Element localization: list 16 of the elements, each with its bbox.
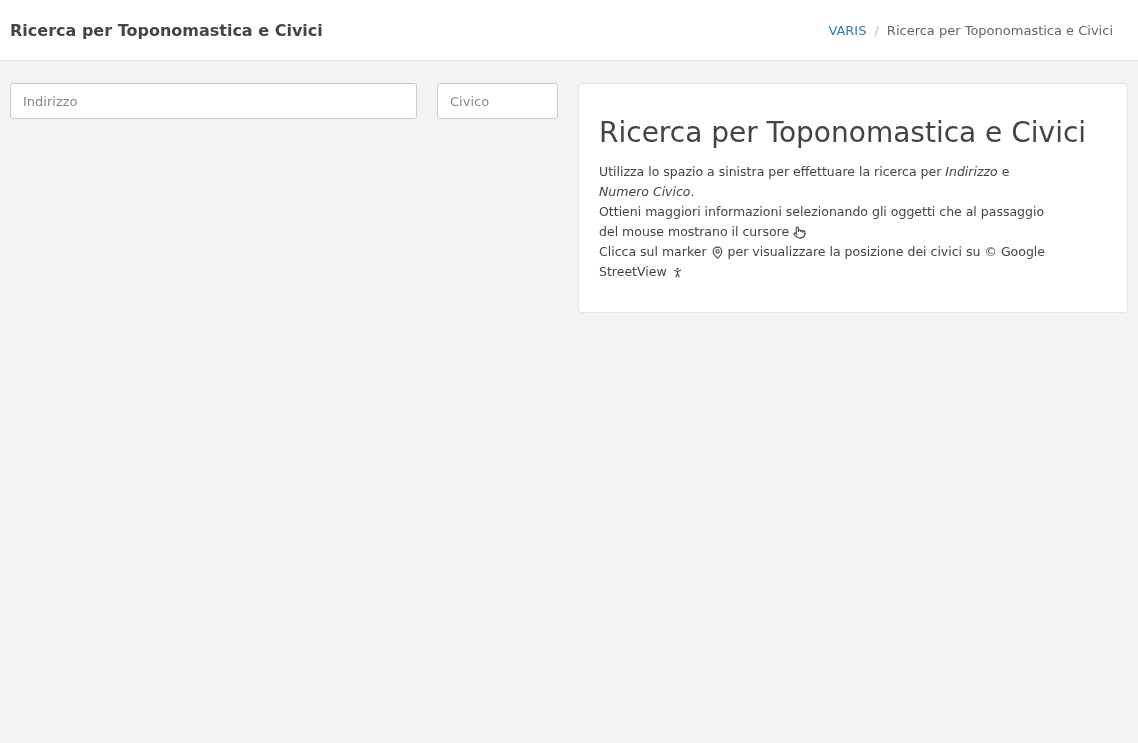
info-text: Ottieni maggiori informazioni selezionando gli oggetti che al passaggio xyxy=(599,203,1045,221)
page-title: Ricerca per Toponomastica e Civici xyxy=(10,20,323,40)
map-pin-icon xyxy=(710,245,724,259)
breadcrumb-separator: / xyxy=(874,22,879,38)
number-input[interactable]: Civico xyxy=(437,83,558,119)
info-text: StreetView xyxy=(599,263,667,281)
breadcrumb-link[interactable]: VARIS xyxy=(828,22,867,38)
info-text: Numero Civico. xyxy=(599,183,695,201)
card-title: Ricerca per Toponomastica e Civici xyxy=(599,116,1088,150)
info-text: del mouse mostrano il cursore xyxy=(599,223,790,241)
address-input[interactable]: Indirizzo xyxy=(10,83,417,119)
hand-pointer-icon xyxy=(793,225,807,239)
info-text: Clicca sul marker xyxy=(599,243,707,261)
info-text: Utilizza lo spazio a sinistra per effettuare la ricerca per Indirizzo e xyxy=(599,163,1010,181)
info-text: per visualizzare la posizione dei civici su © Google xyxy=(727,243,1045,261)
breadcrumb-current: Ricerca per Toponomastica e Civici xyxy=(886,22,1113,38)
